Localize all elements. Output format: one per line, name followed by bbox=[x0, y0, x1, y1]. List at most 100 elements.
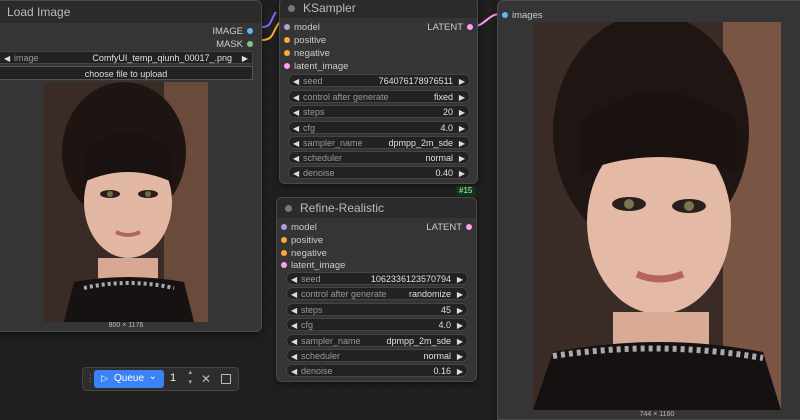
right-arrow-icon[interactable]: ▶ bbox=[457, 319, 463, 332]
load-image-node[interactable]: Load Image IMAGE MASK ◀ image ComfyUI_te… bbox=[0, 0, 262, 332]
sampler-name-widget[interactable]: ◀ sampler_name dpmpp_2m_sde ▶ bbox=[286, 334, 468, 347]
left-arrow-icon[interactable]: ◀ bbox=[291, 273, 297, 286]
close-icon[interactable]: ✕ bbox=[201, 372, 211, 386]
right-arrow-icon[interactable]: ▶ bbox=[457, 335, 463, 348]
input-negative-dot[interactable] bbox=[281, 250, 287, 257]
input-positive-dot[interactable] bbox=[281, 237, 287, 244]
left-arrow-icon[interactable]: ◀ bbox=[293, 106, 299, 119]
steps-widget[interactable]: ◀ steps 20 ▶ bbox=[288, 105, 470, 118]
input-negative-slot[interactable]: negative bbox=[280, 48, 330, 59]
right-arrow-icon[interactable]: ▶ bbox=[457, 273, 463, 286]
image-select-widget[interactable]: ◀ image ComfyUI_temp_qiunh_00017_.png ▶ bbox=[0, 51, 253, 64]
left-arrow-icon[interactable]: ◀ bbox=[291, 335, 297, 348]
control-after-generate-widget[interactable]: ◀ control after generate fixed ▶ bbox=[288, 90, 470, 103]
refine-realistic-node[interactable]: Refine-Realistic model positive negative… bbox=[276, 197, 477, 382]
left-arrow-icon[interactable]: ◀ bbox=[291, 319, 297, 332]
input-latent-slot[interactable]: latent_image bbox=[280, 61, 348, 72]
input-latent-dot[interactable] bbox=[284, 63, 290, 70]
load-image-title-bar[interactable]: Load Image bbox=[0, 1, 261, 23]
right-arrow-icon[interactable]: ▶ bbox=[459, 167, 465, 180]
scheduler-label: scheduler bbox=[301, 351, 341, 361]
input-images-dot[interactable] bbox=[502, 12, 508, 19]
queue-count-input[interactable]: 1 ▴ ▾ bbox=[167, 368, 193, 388]
increment-icon[interactable]: ▴ bbox=[188, 368, 192, 376]
preview-image-node[interactable]: images 744 × 1160 bbox=[497, 0, 800, 420]
cfg-widget[interactable]: ◀ cfg 4.0 ▶ bbox=[286, 318, 468, 331]
input-model-slot[interactable]: model bbox=[277, 222, 317, 233]
output-latent-slot[interactable]: LATENT bbox=[427, 22, 477, 33]
input-model-slot[interactable]: model bbox=[280, 22, 320, 33]
input-negative-slot[interactable]: negative bbox=[277, 248, 327, 259]
right-arrow-icon[interactable]: ▶ bbox=[242, 52, 248, 65]
input-negative-dot[interactable] bbox=[284, 50, 290, 57]
left-arrow-icon[interactable]: ◀ bbox=[293, 91, 299, 104]
steps-value: 20 bbox=[442, 107, 453, 117]
left-arrow-icon[interactable]: ◀ bbox=[293, 122, 299, 135]
input-model-dot[interactable] bbox=[281, 224, 287, 231]
denoise-widget[interactable]: ◀ denoise 0.16 ▶ bbox=[286, 364, 468, 377]
right-arrow-icon[interactable]: ▶ bbox=[459, 137, 465, 150]
play-icon: ▷ bbox=[101, 373, 108, 383]
choose-file-button[interactable]: choose file to upload bbox=[0, 66, 253, 80]
seed-label: seed bbox=[301, 274, 321, 284]
output-latent-dot[interactable] bbox=[466, 224, 472, 231]
sampler-name-value: dpmpp_2m_sde bbox=[388, 138, 453, 148]
left-arrow-icon[interactable]: ◀ bbox=[291, 365, 297, 378]
input-latent-slot[interactable]: latent_image bbox=[277, 260, 345, 271]
input-model-dot[interactable] bbox=[284, 24, 290, 31]
scheduler-widget[interactable]: ◀ scheduler normal ▶ bbox=[288, 151, 470, 164]
left-arrow-icon[interactable]: ◀ bbox=[293, 75, 299, 88]
right-arrow-icon[interactable]: ▶ bbox=[457, 288, 463, 301]
left-arrow-icon[interactable]: ◀ bbox=[291, 288, 297, 301]
right-arrow-icon[interactable]: ▶ bbox=[459, 106, 465, 119]
control-after-generate-widget[interactable]: ◀ control after generate randomize ▶ bbox=[286, 287, 468, 300]
left-arrow-icon[interactable]: ◀ bbox=[291, 350, 297, 363]
output-image-dot[interactable] bbox=[247, 28, 253, 35]
seed-widget[interactable]: ◀ seed 764076178976511 ▶ bbox=[288, 74, 470, 87]
left-arrow-icon[interactable]: ◀ bbox=[293, 167, 299, 180]
left-arrow-icon[interactable]: ◀ bbox=[4, 52, 10, 65]
decrement-icon[interactable]: ▾ bbox=[188, 378, 192, 386]
right-arrow-icon[interactable]: ▶ bbox=[459, 91, 465, 104]
right-arrow-icon[interactable]: ▶ bbox=[457, 365, 463, 378]
ksampler-title: KSampler bbox=[303, 1, 356, 15]
output-mask-slot[interactable]: MASK bbox=[216, 39, 257, 50]
queue-button[interactable]: ▷ Queue ⌄ bbox=[94, 370, 164, 388]
output-latent-slot[interactable]: LATENT bbox=[426, 222, 476, 233]
left-arrow-icon[interactable]: ◀ bbox=[291, 304, 297, 317]
chevron-down-icon[interactable]: ⌄ bbox=[149, 371, 157, 382]
input-positive-slot[interactable]: positive bbox=[280, 35, 326, 46]
right-arrow-icon[interactable]: ▶ bbox=[459, 152, 465, 165]
control-after-generate-label: control after generate bbox=[301, 289, 387, 299]
ksampler-node[interactable]: KSampler model positive negative latent_… bbox=[279, 0, 478, 184]
cfg-widget[interactable]: ◀ cfg 4.0 ▶ bbox=[288, 121, 470, 134]
seed-widget[interactable]: ◀ seed 1062336123570794 ▶ bbox=[286, 272, 468, 285]
left-arrow-icon[interactable]: ◀ bbox=[293, 152, 299, 165]
right-arrow-icon[interactable]: ▶ bbox=[457, 304, 463, 317]
scheduler-widget[interactable]: ◀ scheduler normal ▶ bbox=[286, 349, 468, 362]
output-mask-dot[interactable] bbox=[247, 41, 253, 48]
output-image-label: IMAGE bbox=[212, 26, 243, 37]
node-collapse-dot[interactable] bbox=[285, 205, 292, 213]
right-arrow-icon[interactable]: ▶ bbox=[459, 75, 465, 88]
input-positive-label: positive bbox=[291, 235, 324, 246]
node-collapse-dot[interactable] bbox=[288, 5, 295, 13]
input-images-slot[interactable]: images bbox=[498, 10, 543, 21]
output-latent-label: LATENT bbox=[427, 22, 463, 33]
ksampler-title-bar[interactable]: KSampler bbox=[280, 0, 477, 18]
input-positive-dot[interactable] bbox=[284, 37, 290, 44]
input-images-label: images bbox=[512, 10, 543, 21]
input-positive-slot[interactable]: positive bbox=[277, 235, 323, 246]
left-arrow-icon[interactable]: ◀ bbox=[293, 137, 299, 150]
output-latent-dot[interactable] bbox=[467, 24, 473, 31]
stop-icon[interactable] bbox=[221, 374, 231, 384]
output-image-slot[interactable]: IMAGE bbox=[212, 26, 257, 37]
right-arrow-icon[interactable]: ▶ bbox=[459, 122, 465, 135]
sampler-name-widget[interactable]: ◀ sampler_name dpmpp_2m_sde ▶ bbox=[288, 136, 470, 149]
steps-widget[interactable]: ◀ steps 45 ▶ bbox=[286, 303, 468, 316]
denoise-widget[interactable]: ◀ denoise 0.40 ▶ bbox=[288, 166, 470, 179]
seed-label: seed bbox=[303, 76, 323, 86]
refine-realistic-title-bar[interactable]: Refine-Realistic bbox=[277, 198, 476, 218]
right-arrow-icon[interactable]: ▶ bbox=[457, 350, 463, 363]
input-latent-dot[interactable] bbox=[281, 262, 287, 269]
